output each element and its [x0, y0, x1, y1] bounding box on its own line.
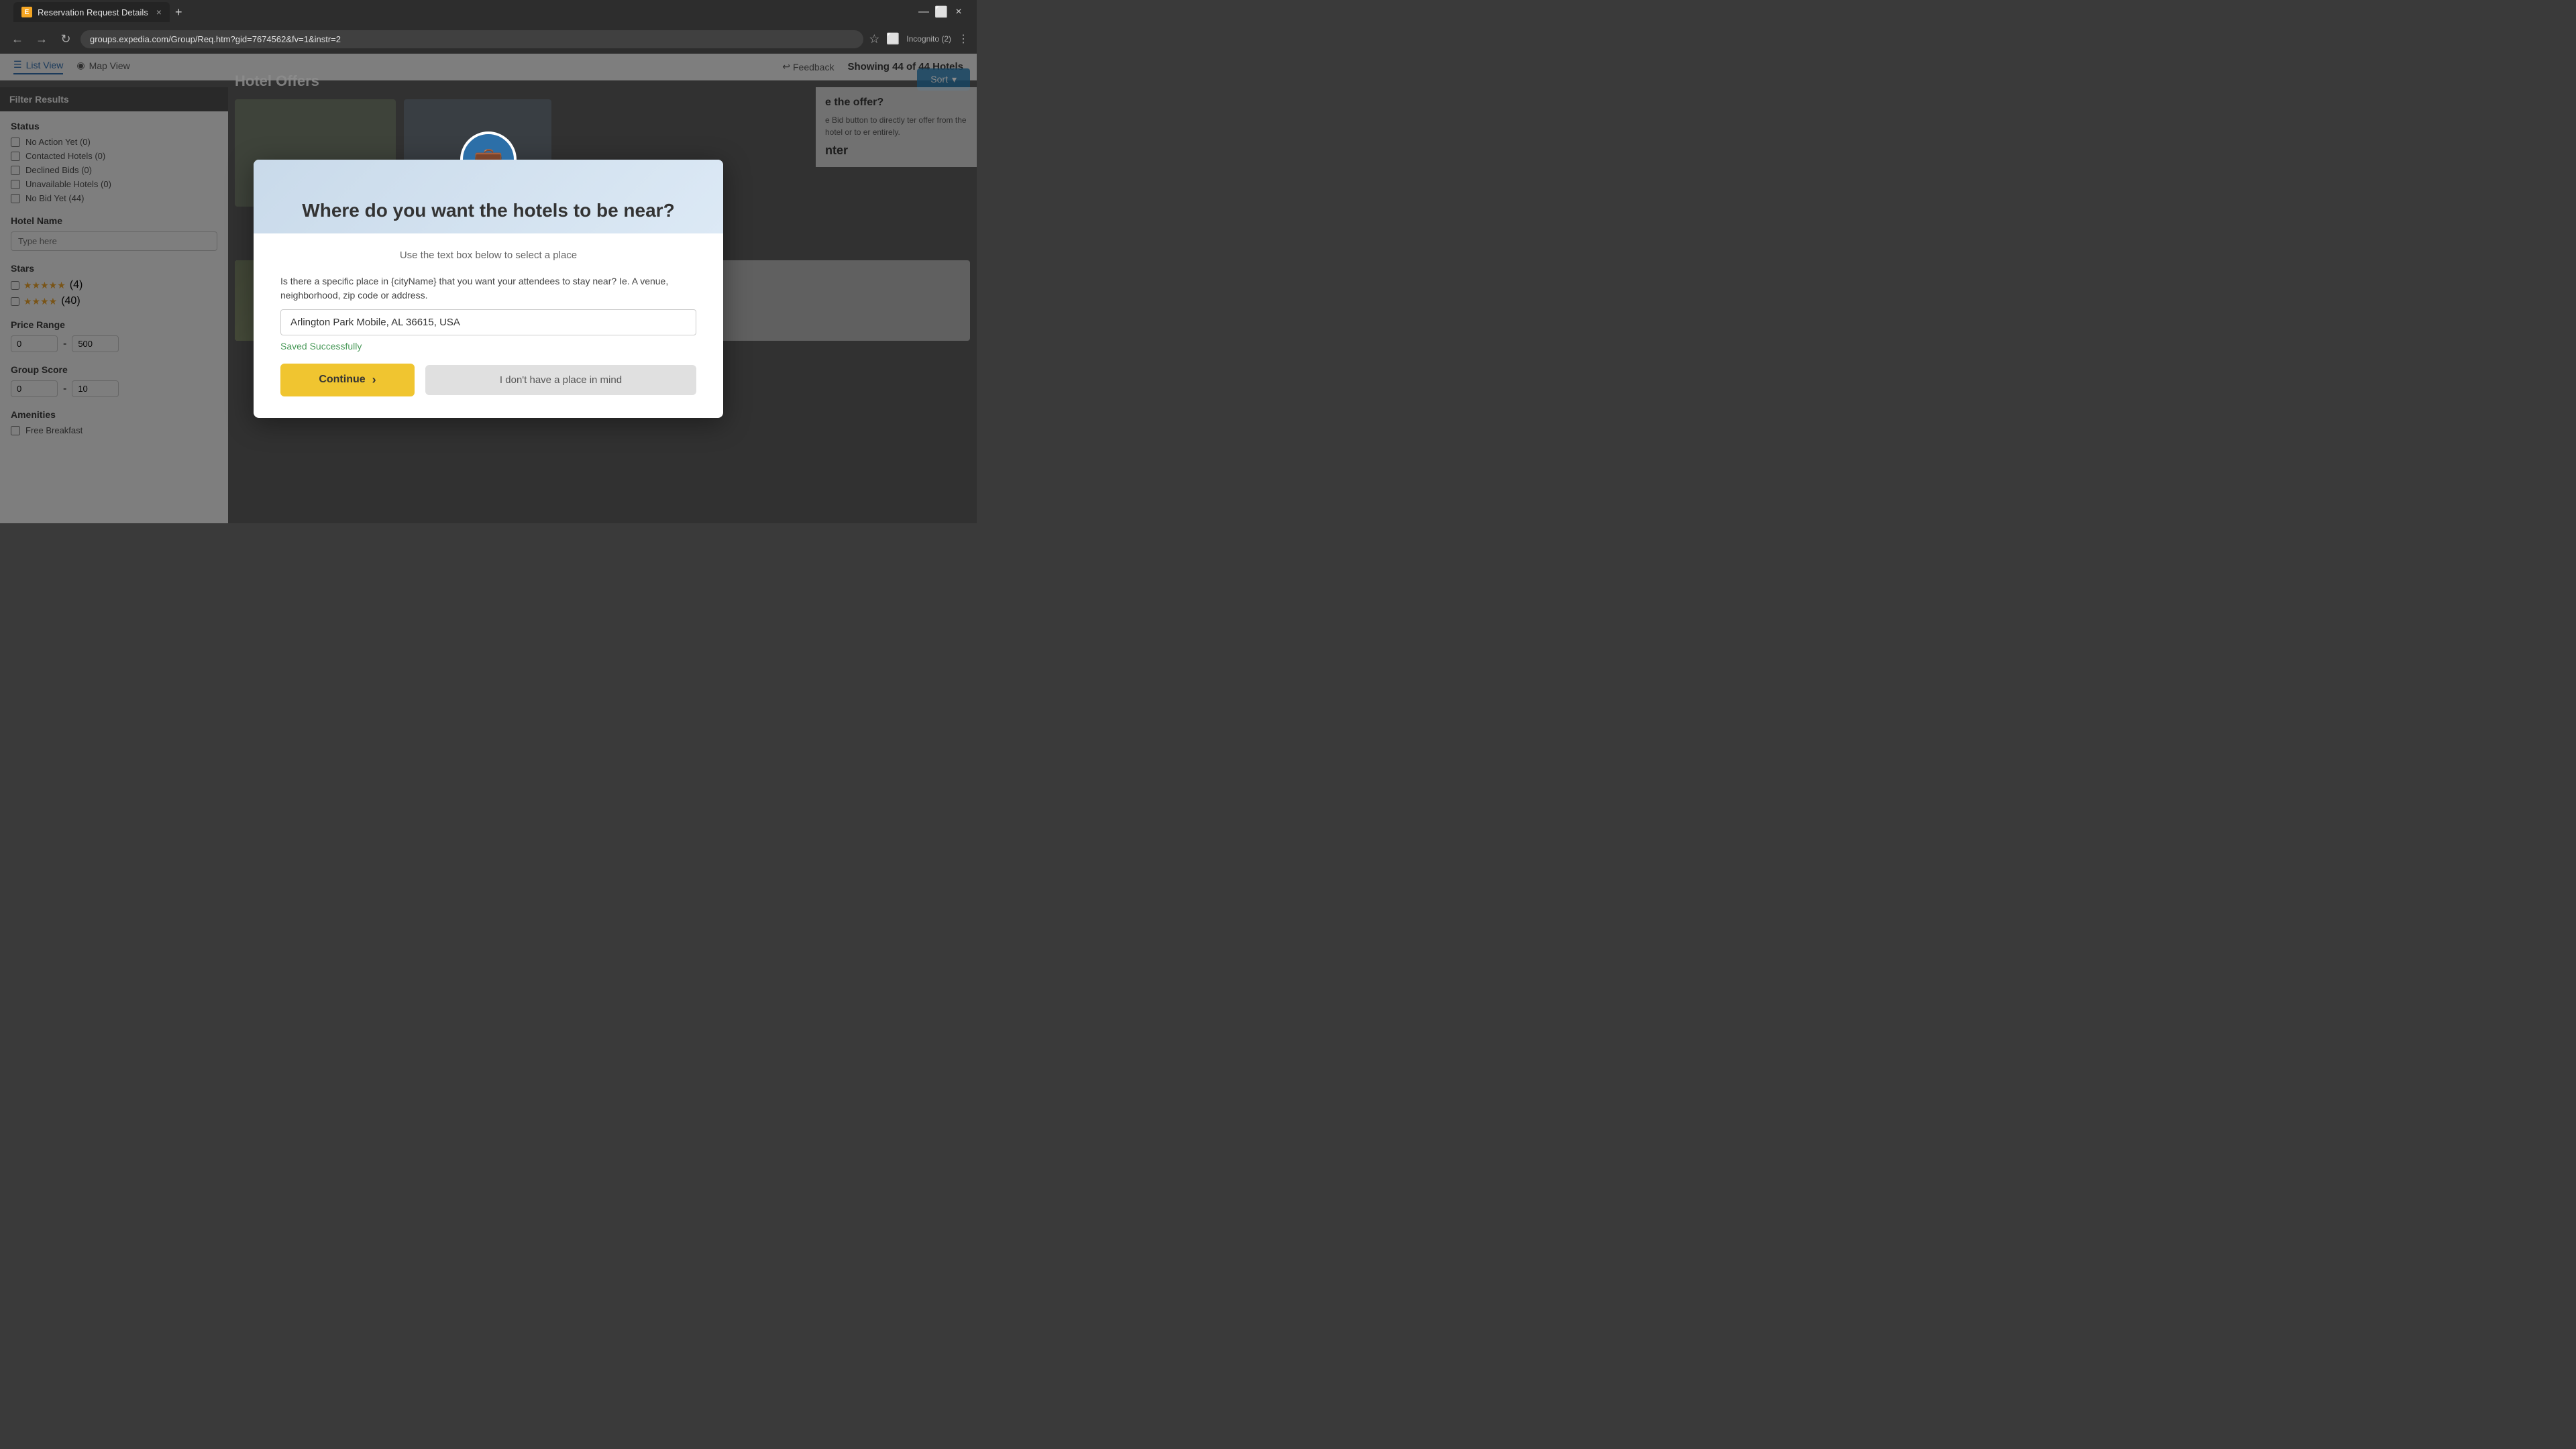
continue-chevron-icon: › — [372, 373, 376, 387]
new-tab-button[interactable]: + — [175, 5, 182, 19]
modal-body: Use the text box below to select a place… — [254, 233, 723, 418]
menu-icon[interactable]: ⋮ — [958, 32, 969, 46]
minimize-button[interactable]: — — [919, 7, 928, 17]
close-button[interactable]: × — [954, 7, 963, 17]
modal-overlay: 💼 Where do you want the hotels to be nea… — [0, 54, 977, 523]
window-action-controls[interactable]: — ⬜ × — [919, 7, 963, 17]
maximize-button[interactable]: ⬜ — [936, 7, 946, 17]
modal-question: Is there a specific place in {cityName} … — [280, 274, 696, 303]
no-place-label: I don't have a place in mind — [500, 374, 622, 386]
page-background: ☰ List View ◉ Map View ↩ Feedback Showin… — [0, 54, 977, 523]
continue-button[interactable]: Continue › — [280, 364, 415, 396]
incognito-label: Incognito (2) — [906, 34, 951, 44]
modal-title: Where do you want the hotels to be near? — [302, 200, 674, 221]
title-bar: E Reservation Request Details × + — ⬜ × — [0, 0, 977, 24]
location-input[interactable] — [280, 309, 696, 335]
profile-icon[interactable]: ⬜ — [886, 32, 900, 46]
reload-button[interactable]: ↻ — [56, 30, 75, 48]
continue-label: Continue — [319, 374, 365, 386]
toolbar-actions: ☆ ⬜ Incognito (2) ⋮ — [869, 32, 969, 46]
active-tab[interactable]: E Reservation Request Details × — [13, 2, 170, 22]
modal-hero: Where do you want the hotels to be near? — [254, 160, 723, 233]
bookmark-icon[interactable]: ☆ — [869, 32, 879, 46]
back-button[interactable]: ← — [8, 30, 27, 48]
forward-button[interactable]: → — [32, 30, 51, 48]
saved-success-message: Saved Successfully — [280, 341, 696, 352]
no-place-button[interactable]: I don't have a place in mind — [425, 365, 696, 395]
tab-title: Reservation Request Details — [38, 7, 148, 17]
tab-favicon: E — [21, 7, 32, 17]
address-input[interactable] — [80, 30, 863, 48]
address-bar-row: ← → ↻ ☆ ⬜ Incognito (2) ⋮ — [0, 24, 977, 54]
tab-close-button[interactable]: × — [156, 7, 162, 17]
modal-actions: Continue › I don't have a place in mind — [280, 364, 696, 396]
modal-subtitle: Use the text box below to select a place — [280, 250, 696, 261]
modal-dialog: 💼 Where do you want the hotels to be nea… — [254, 160, 723, 418]
browser-chrome: E Reservation Request Details × + — ⬜ × … — [0, 0, 977, 54]
